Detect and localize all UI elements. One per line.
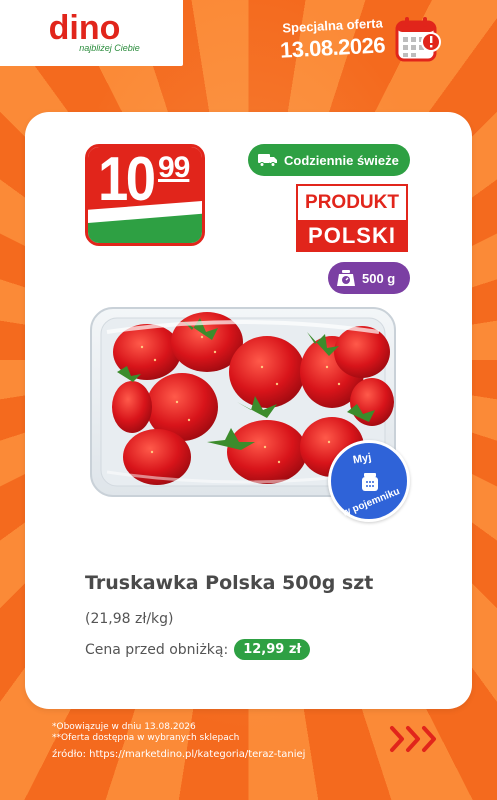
logo-tagline: najbliżej Ciebie [79,43,140,53]
fresh-badge-label: Codziennie świeże [284,152,399,168]
special-offer-banner: Specjalna oferta 13.08.2026 [279,15,386,63]
footer-notes: *Obowiązuje w dniu 13.08.2026 **Oferta d… [52,722,305,762]
previous-price-label: Cena przed obniżką: [85,641,229,658]
weight-label: 500 g [362,270,396,286]
scale-icon [337,270,355,286]
previous-price-badge: 12,99 zł [234,639,311,660]
offer-date: 13.08.2026 [279,32,386,63]
source-link[interactable]: źródło: https://marketdino.pl/kategoria/… [52,748,305,762]
dino-logo[interactable]: dino najbliżej Ciebie [0,0,183,66]
wash-badge-line1: Myj [352,451,373,467]
container-icon [362,473,378,491]
calendar-alert-icon [395,17,441,62]
polish-badge-top: PRODUKT [305,192,399,213]
truck-icon [258,154,277,167]
polish-product-badge: PRODUKT POLSKI [296,184,408,252]
logo-wordmark: dino [48,9,121,47]
weight-badge: 500 g [328,262,410,294]
price-decimal: 99 [158,151,190,184]
polish-badge-bottom: POLSKI [298,220,406,252]
price-tag: 10 99 [85,144,205,246]
product-name[interactable]: Truskawka Polska 500g szt [85,572,373,594]
price-integer: 10 [98,145,156,214]
chevrons-right-icon[interactable] [386,724,446,754]
footnote-availability: **Oferta dostępna w wybranych sklepach [52,733,240,743]
footnote-validity: *Obowiązuje w dniu 13.08.2026 [52,722,196,732]
wash-in-container-badge: Myj w pojemniku [328,440,410,522]
product-card[interactable]: 10 99 Codziennie świeże PRODUKT POLSKI 5… [25,112,472,709]
unit-price: (21,98 zł/kg) [85,611,174,627]
fresh-daily-badge: Codziennie świeże [248,144,410,176]
previous-price-row: Cena przed obniżką: 12,99 zł [85,639,311,660]
